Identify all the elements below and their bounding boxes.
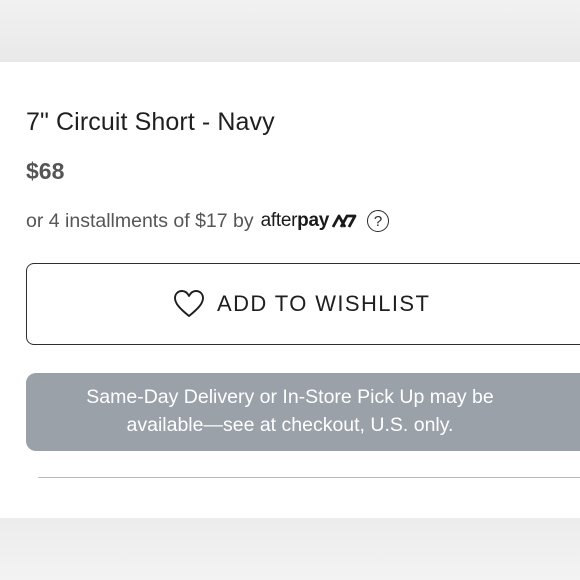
question-circle-icon[interactable]: ? [367,210,389,232]
installments-row: or 4 installments of $17 by after pay ? [26,207,389,235]
delivery-line-2: available—see at checkout, U.S. only. [126,414,454,436]
delivery-info-banner: Same-Day Delivery or In-Store Pick Up ma… [26,373,580,451]
section-divider [38,477,580,478]
heart-outline-icon [174,290,204,317]
afterpay-logo: after pay [261,210,357,232]
delivery-info-text: Same-Day Delivery or In-Store Pick Up ma… [26,383,554,439]
afterpay-arrows-icon [331,214,357,228]
wishlist-label: ADD TO WISHLIST [217,291,431,316]
product-price: $68 [26,158,65,184]
page-bottom-background [0,518,580,580]
product-title: 7" Circuit Short - Navy [26,108,275,136]
page-top-background [0,0,580,62]
delivery-line-1: Same-Day Delivery or In-Store Pick Up ma… [86,386,494,408]
installments-text: or 4 installments of $17 by [26,209,254,232]
add-to-wishlist-button[interactable]: ADD TO WISHLIST [26,263,580,345]
